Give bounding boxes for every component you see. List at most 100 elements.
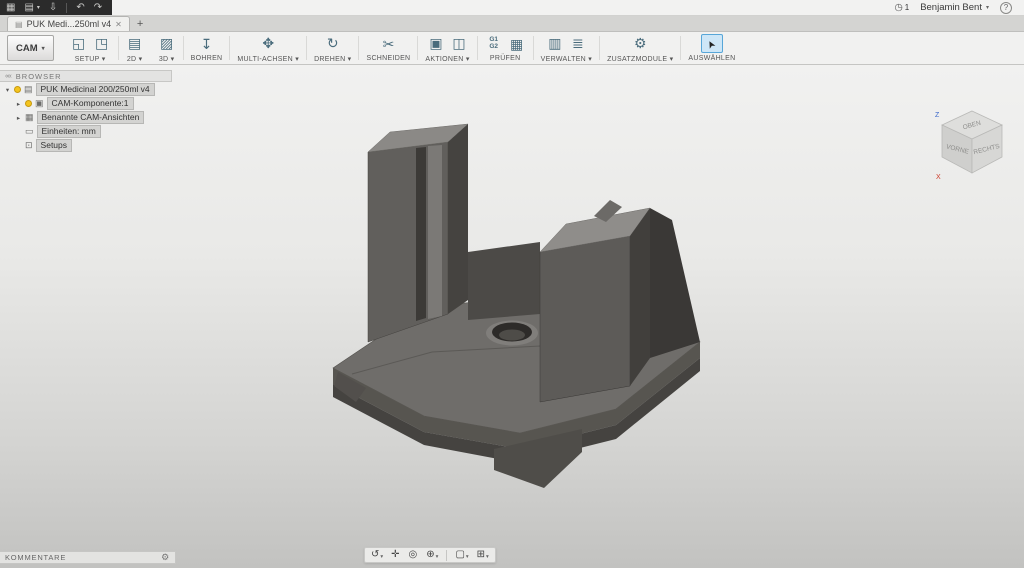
browser-item-label[interactable]: PUK Medicinal 200/250ml v4 (36, 83, 155, 96)
view-navigation-bar: ↺ ▾ ✛ ◎ ⊕ ▾ ▢ ▾ ⊞ ▾ (364, 547, 496, 563)
toolbar-label-setup[interactable]: SETUP ▾ (75, 55, 106, 63)
help-button[interactable]: ? (1000, 2, 1012, 14)
undo-icon[interactable]: ↶ (76, 3, 84, 13)
toolbar-label-3d[interactable]: 3D ▾ (159, 55, 175, 63)
expand-caret-icon[interactable]: ▸ (15, 100, 22, 108)
browser-item-root[interactable]: ▾ ▤ PUK Medicinal 200/250ml v4 (0, 83, 172, 96)
toolbar-label-pruefen[interactable]: PRÜFEN (490, 55, 521, 62)
toolbar-label-aktionen[interactable]: AKTIONEN ▾ (425, 55, 469, 63)
hole-bottom (499, 330, 525, 341)
comments-bar[interactable]: KOMMENTARE ⚙ (0, 551, 176, 564)
named-views-icon: ▦ (25, 113, 34, 122)
setup-sheet-icon[interactable]: ◫ (450, 34, 468, 52)
cad-part[interactable] (333, 124, 700, 488)
save-icon[interactable]: ⇩ (49, 3, 57, 13)
workspace-label: CAM (16, 43, 38, 54)
expand-caret-icon[interactable]: ▸ (15, 114, 22, 122)
document-icon: ▤ (15, 20, 23, 29)
left-tower-ridge-face[interactable] (428, 145, 442, 319)
new-setup-icon[interactable]: ◱ (70, 34, 88, 52)
viewcube[interactable]: Z OBEN VORNE RECHTS X (930, 101, 1014, 185)
look-at-button[interactable]: ◎ (409, 550, 419, 560)
browser-item-label[interactable]: Einheiten: mm (37, 125, 101, 138)
file-menu-caret-icon[interactable]: ▾ (37, 5, 40, 11)
center-block-face[interactable] (468, 242, 540, 320)
navbar-divider (446, 550, 447, 561)
browser-item-named-views[interactable]: ▸ ▦ Benannte CAM-Ansichten (0, 111, 172, 124)
browser-item-component[interactable]: ▸ ▣ CAM-Komponente:1 (0, 97, 172, 110)
close-icon[interactable]: ✕ (115, 20, 122, 29)
expand-caret-icon[interactable]: ▾ (4, 86, 11, 94)
browser-item-setups[interactable]: ⊡ Setups (0, 139, 172, 152)
units-icon: ▭ (25, 127, 34, 136)
statistics-icon[interactable]: ▦ (508, 35, 526, 53)
simulate-gcode-icon[interactable]: G1 G2 (485, 35, 503, 53)
browser-title: BROWSER (16, 72, 62, 81)
tool-library-icon[interactable]: ▥ (546, 34, 564, 52)
toolbar-label-drehen[interactable]: DREHEN ▾ (314, 55, 351, 63)
browser-header[interactable]: «« BROWSER (0, 70, 172, 82)
chevron-down-icon[interactable]: ▾ (436, 555, 439, 561)
browser-item-label[interactable]: Benannte CAM-Ansichten (37, 111, 145, 124)
browser-panel: «« BROWSER ▾ ▤ PUK Medicinal 200/250ml v… (0, 70, 172, 152)
new-tab-button[interactable]: + (137, 17, 143, 31)
user-menu[interactable]: Benjamin Bent ▾ (920, 2, 989, 13)
toolbar-label-multi-achsen[interactable]: MULTI-ACHSEN ▾ (237, 55, 299, 63)
notifications-button[interactable]: ◷ 1 (894, 2, 909, 13)
chevron-down-icon[interactable]: ▾ (486, 555, 489, 561)
toolbar-label-verwalten[interactable]: VERWALTEN ▾ (541, 55, 592, 63)
right-tower-front-face[interactable] (540, 236, 630, 402)
workspace-switcher[interactable]: CAM ▾ (7, 35, 54, 61)
drill-icon[interactable]: ↧ (198, 35, 216, 53)
turning-icon[interactable]: ↻ (324, 34, 342, 52)
browser-item-label[interactable]: Setups (36, 139, 72, 152)
pan-icon: ✛ (391, 550, 399, 560)
app-grid-icon[interactable]: ▦ (6, 3, 15, 13)
viewport-layout-icon: ⊞ (477, 550, 485, 560)
toolbar-label-bohren[interactable]: BOHREN (191, 55, 223, 62)
select-icon[interactable]: ➤ (701, 34, 723, 53)
browser-item-units[interactable]: ▭ Einheiten: mm (0, 125, 172, 138)
document-tab[interactable]: ▤ PUK Medi...250ml v4 ✕ (7, 16, 130, 31)
viewport-layout-button[interactable]: ⊞ ▾ (477, 550, 489, 560)
task-manager-icon[interactable]: ≣ (569, 34, 587, 52)
chevron-down-icon[interactable]: ▾ (380, 555, 383, 561)
pan-button[interactable]: ✛ (391, 550, 400, 560)
toolbar-label-zusatzmodule[interactable]: ZUSATZMODULE ▾ (607, 55, 673, 63)
left-tower-side-face[interactable] (448, 124, 468, 314)
stock-setup-icon[interactable]: ◳ (93, 34, 111, 52)
cutting-icon[interactable]: ✂ (379, 35, 397, 53)
toolbar-group-drehen: ↻ DREHEN ▾ (307, 32, 358, 64)
file-menu-icon[interactable]: ▤ (24, 3, 33, 13)
toolbar-group-schneiden: ✂ SCHNEIDEN (359, 32, 417, 64)
right-tower-side-face[interactable] (630, 208, 650, 386)
quick-access-toolbar: ▦ ▤ ▾ ⇩ ↶ ↷ (0, 0, 112, 15)
zoom-button[interactable]: ⊕ ▾ (426, 550, 438, 560)
3d-strategies-icon[interactable]: ▨ (158, 34, 176, 52)
toolbar-group-setup: ◱ ◳ SETUP ▾ (63, 32, 118, 64)
toolbar-label-2d[interactable]: 2D ▾ (127, 55, 143, 63)
post-process-icon[interactable]: ▣ (427, 34, 445, 52)
display-settings-button[interactable]: ▢ ▾ (455, 550, 468, 560)
multi-axis-icon[interactable]: ✥ (259, 34, 277, 52)
visibility-bulb-icon[interactable] (25, 100, 32, 107)
2d-strategies-icon[interactable]: ▤ (126, 34, 144, 52)
right-extension-face[interactable] (650, 208, 700, 358)
gear-icon[interactable]: ⚙ (161, 552, 170, 563)
toolbar-label-auswaehlen[interactable]: AUSWÄHLEN (688, 55, 735, 62)
user-name: Benjamin Bent (920, 2, 982, 13)
chevron-down-icon[interactable]: ▾ (466, 555, 469, 561)
notification-count: 1 (905, 3, 909, 12)
collapse-panel-icon[interactable]: «« (5, 73, 11, 80)
visibility-bulb-icon[interactable] (14, 86, 21, 93)
orbit-button[interactable]: ↺ ▾ (371, 550, 383, 560)
toolbar-group-multi-achsen: ✥ MULTI-ACHSEN ▾ (230, 32, 306, 64)
toolbar-label-schneiden[interactable]: SCHNEIDEN (366, 55, 410, 62)
clock-icon: ◷ (894, 2, 902, 13)
left-tower-groove-face[interactable] (416, 147, 426, 321)
redo-icon[interactable]: ↷ (94, 3, 102, 13)
zoom-icon: ⊕ (426, 550, 434, 560)
add-ins-icon[interactable]: ⚙ (631, 34, 649, 52)
ribbon-toolbar: CAM ▾ ◱ ◳ SETUP ▾ ▤ 2D ▾ ▨ 3D ▾ ↧ BOHREN… (0, 32, 1024, 65)
browser-item-label[interactable]: CAM-Komponente:1 (47, 97, 134, 110)
